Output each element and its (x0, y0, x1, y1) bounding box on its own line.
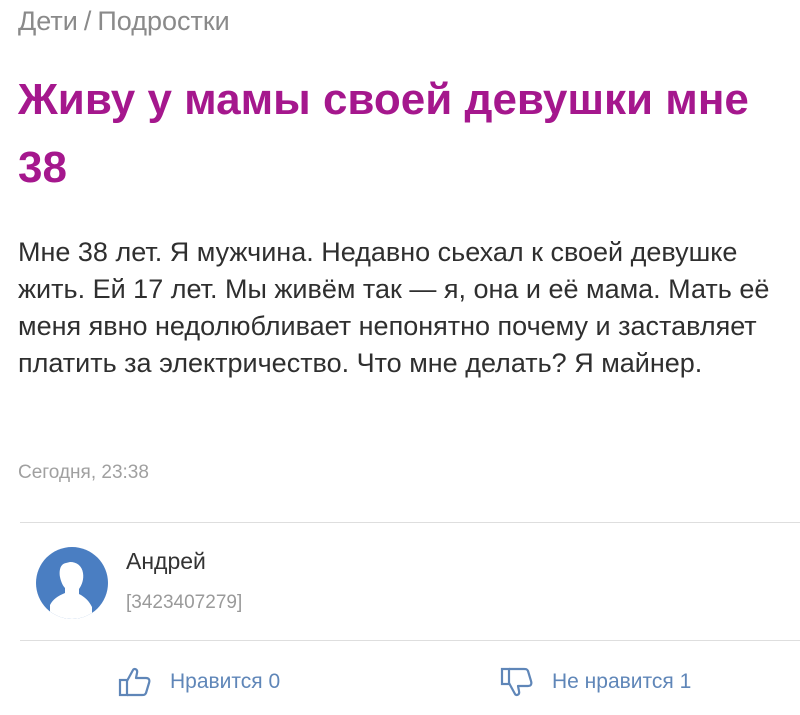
like-button[interactable]: Нравится 0 (118, 666, 280, 698)
dislike-button[interactable]: Не нравится 1 (500, 666, 691, 698)
thumbs-down-icon (500, 667, 533, 697)
thumbs-up-icon (118, 667, 151, 697)
breadcrumb-item-teens[interactable]: Подростки (97, 6, 229, 37)
dislike-label: Не нравится 1 (552, 670, 692, 693)
author-name[interactable]: Андрей (126, 548, 206, 575)
post-timestamp: Сегодня, 23:38 (18, 462, 149, 483)
divider (20, 522, 800, 523)
author-id: [3423407279] (126, 592, 243, 613)
post-title: Живу у мамы своей девушки мне 38 (18, 75, 749, 192)
breadcrumb-item-children[interactable]: Дети (18, 6, 78, 37)
divider (20, 640, 800, 641)
post-body: Мне 38 лет. Я мужчина. Недавно сьехал к … (18, 237, 770, 378)
user-silhouette-icon (50, 562, 92, 619)
avatar[interactable] (36, 547, 108, 619)
breadcrumb-separator: / (83, 6, 92, 36)
breadcrumb: Дети / Подростки (18, 6, 230, 37)
like-label: Нравится 0 (170, 670, 281, 693)
